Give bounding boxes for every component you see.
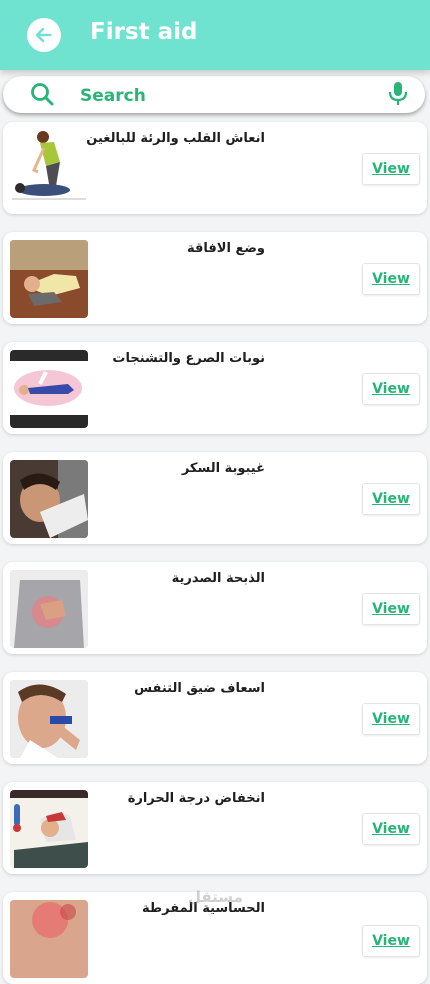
search-input[interactable] xyxy=(78,81,362,111)
cpr-illustration xyxy=(10,130,88,208)
chest-pain-photo xyxy=(10,570,88,648)
list-item[interactable]: نوبات الصرع والتشنجات View xyxy=(3,342,427,434)
seizure-illustration xyxy=(10,350,88,428)
search-bar xyxy=(3,76,425,113)
diabetic-coma-photo xyxy=(10,460,88,538)
list-item[interactable]: انخفاض درجة الحرارة View xyxy=(3,782,427,874)
app-header: First aid xyxy=(0,0,430,70)
view-button[interactable]: View xyxy=(362,153,420,185)
list-item[interactable]: انعاش القلب والرئة للبالغين View xyxy=(3,122,427,214)
list-item[interactable]: غيبوبة السكر View xyxy=(3,452,427,544)
item-title: اسعاف ضيق التنفس xyxy=(134,681,265,696)
recovery-position-photo xyxy=(10,240,88,318)
allergy-photo xyxy=(10,900,88,978)
item-title: انعاش القلب والرئة للبالغين xyxy=(86,131,265,146)
item-title: انخفاض درجة الحرارة xyxy=(127,791,265,806)
microphone-icon[interactable] xyxy=(387,81,409,107)
item-title: وضع الافاقة xyxy=(187,241,265,256)
list-item[interactable]: الذبحة الصدرية View xyxy=(3,562,427,654)
arrow-left-icon xyxy=(35,27,52,43)
page-title: First aid xyxy=(90,19,198,45)
view-button[interactable]: View xyxy=(362,593,420,625)
view-button[interactable]: View xyxy=(362,925,420,957)
view-button[interactable]: View xyxy=(362,813,420,845)
item-title: الذبحة الصدرية xyxy=(171,571,265,586)
list-item[interactable]: اسعاف ضيق التنفس View xyxy=(3,672,427,764)
view-button[interactable]: View xyxy=(362,703,420,735)
watermark: مستقل xyxy=(188,888,243,906)
hypothermia-illustration xyxy=(10,790,88,868)
search-icon[interactable] xyxy=(29,81,55,107)
view-button[interactable]: View xyxy=(362,373,420,405)
inhaler-photo xyxy=(10,680,88,758)
back-button[interactable] xyxy=(27,18,61,52)
view-button[interactable]: View xyxy=(362,263,420,295)
item-title: نوبات الصرع والتشنجات xyxy=(112,351,265,366)
item-title: غيبوبة السكر xyxy=(181,461,265,476)
list-item[interactable]: وضع الافاقة View xyxy=(3,232,427,324)
view-button[interactable]: View xyxy=(362,483,420,515)
